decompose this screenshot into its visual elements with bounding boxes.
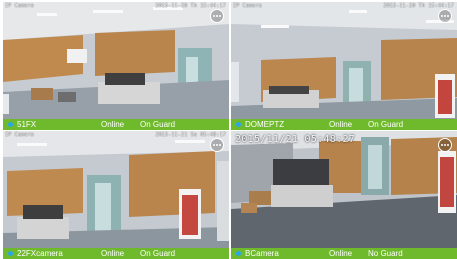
camera-name: BCamera [245,249,279,258]
status-dot-icon [8,251,13,256]
status-dot-icon [236,251,241,256]
more-options-button[interactable] [438,9,452,23]
camera-feed[interactable] [3,2,229,119]
camera-feed-image [231,2,457,119]
camera-status-bar: DOMEPTZ Online On Guard [231,119,457,130]
guard-status: On Guard [140,249,176,258]
more-options-button[interactable] [210,138,224,152]
camera-name: 51FX [17,120,37,129]
camera-feed[interactable] [231,2,457,119]
more-dots-icon [213,144,221,146]
osd-camera-label: IP Camera [5,3,34,9]
camera-status-bar: 51FX Online On Guard [3,119,229,130]
guard-status: On Guard [368,120,404,129]
more-options-button[interactable] [438,138,452,152]
online-status: Online [101,120,125,129]
guard-status: No Guard [368,249,403,258]
online-status: Online [329,120,353,129]
camera-feed-image [231,131,457,248]
more-dots-icon [441,15,449,17]
osd-camera-label: IP Camera [5,132,34,138]
status-dot-icon [236,122,241,127]
camera-status-bar: 22FXcamera Online On Guard [3,248,229,259]
camera-name: 22FXcamera [17,249,63,258]
camera-tile-domeptz[interactable]: IP Camera 2015-11-20 Th 15:44:17 DOMEPTZ… [231,2,457,130]
osd-timestamp: 2015/11/21 05:48:27 [235,134,356,145]
guard-status: On Guard [140,120,176,129]
online-status: Online [329,249,353,258]
camera-tile-51fx[interactable]: IP Camera 2015-11-20 Th 15:44:17 51FX On… [3,2,229,130]
camera-feed[interactable] [3,131,229,248]
more-dots-icon [441,144,449,146]
camera-grid: IP Camera 2015-11-20 Th 15:44:17 51FX On… [0,0,457,259]
camera-feed[interactable] [231,131,457,248]
camera-status-bar: BCamera Online No Guard [231,248,457,259]
camera-name: DOMEPTZ [245,120,285,129]
camera-feed-image [3,2,229,119]
online-status: Online [101,249,125,258]
camera-tile-bcamera[interactable]: 2015/11/21 05:48:27 BCamera Online No Gu… [231,131,457,259]
camera-feed-image [3,131,229,248]
status-dot-icon [8,122,13,127]
camera-tile-22fxcamera[interactable]: IP Camera 2015-11-21 Sa 05:48:17 22FXcam… [3,131,229,259]
more-options-button[interactable] [210,9,224,23]
more-dots-icon [213,15,221,17]
osd-camera-label: IP Camera [233,3,262,9]
